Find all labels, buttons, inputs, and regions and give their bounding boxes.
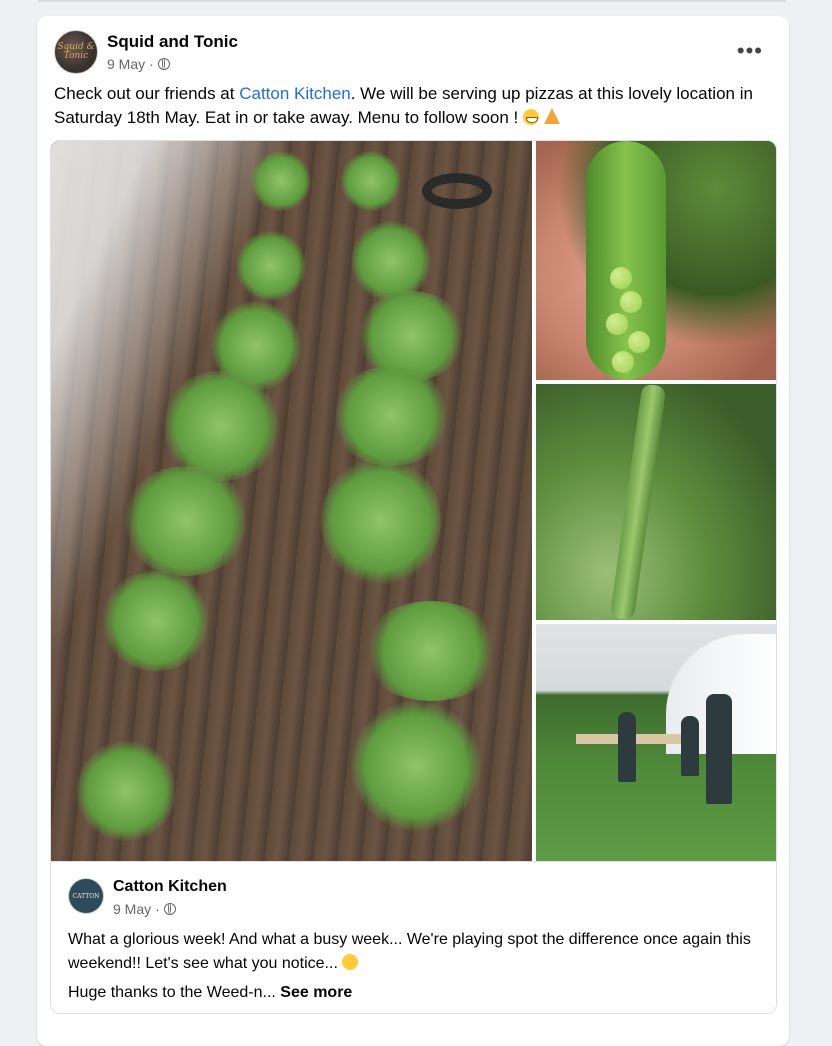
meta-separator: · <box>149 56 154 72</box>
more-options-button[interactable]: ••• <box>737 38 763 64</box>
stem-shape <box>609 383 667 621</box>
post-card: Squid & Tonic Squid and Tonic 9 May · ••… <box>37 16 789 1046</box>
shared-post-date[interactable]: 9 May <box>113 901 151 917</box>
person <box>706 694 732 804</box>
page-avatar[interactable]: Squid & Tonic <box>54 30 98 74</box>
pizza-emoji-icon <box>543 108 560 124</box>
see-more-link[interactable]: See more <box>280 984 352 1001</box>
shared-page-avatar[interactable]: CATTON <box>68 878 104 914</box>
mention-link[interactable]: Catton Kitchen <box>239 84 351 103</box>
shared-post-body: CATTON Catton Kitchen 9 May · What a glo… <box>51 861 776 1013</box>
post-meta: 9 May · <box>107 56 170 72</box>
post-date[interactable]: 9 May <box>107 56 145 72</box>
shared-text-truncated: Huge thanks to the Weed-n... <box>68 984 281 1001</box>
person <box>618 712 636 782</box>
plant <box>251 151 311 211</box>
photo-vegetable-rows[interactable] <box>51 141 532 861</box>
shared-post-author[interactable]: Catton Kitchen <box>113 878 227 896</box>
pea <box>620 291 642 313</box>
plant <box>161 371 281 481</box>
pea-pod-shape <box>586 141 666 380</box>
plant <box>236 231 306 301</box>
pea <box>628 331 650 353</box>
plant <box>341 151 401 211</box>
shared-post[interactable]: CATTON Catton Kitchen 9 May · What a glo… <box>50 140 777 1014</box>
globe-icon <box>157 58 170 70</box>
person <box>681 716 699 776</box>
avatar-logo-text: Squid & Tonic <box>57 42 95 61</box>
pea <box>606 313 628 335</box>
tyre-shape <box>422 173 492 209</box>
plant <box>331 366 451 466</box>
photo-bean-plant[interactable] <box>536 383 776 621</box>
plant <box>351 701 481 831</box>
plant <box>76 741 176 841</box>
plant <box>361 601 501 701</box>
shared-text-line1: What a glorious week! And what a busy we… <box>68 928 758 976</box>
plant <box>351 221 431 301</box>
plant <box>101 571 211 671</box>
shared-text-line2: Huge thanks to the Weed-n... See more <box>68 981 758 1005</box>
shared-text-content: What a glorious week! And what a busy we… <box>68 931 751 972</box>
meta-separator: · <box>155 901 160 917</box>
plant <box>121 466 251 576</box>
photo-workers-field[interactable] <box>536 624 776 861</box>
post-text: Check out our friends at Catton Kitchen.… <box>54 82 778 130</box>
tongue-emoji-icon <box>342 954 359 970</box>
pea <box>610 267 632 289</box>
grin-emoji-icon <box>523 109 540 125</box>
photo-pea-pod[interactable] <box>536 141 776 380</box>
pea <box>612 351 634 373</box>
previous-post-edge <box>38 0 786 2</box>
avatar-logo-text: CATTON <box>72 892 100 900</box>
shared-post-meta: 9 May · <box>113 901 176 917</box>
plant <box>321 456 441 586</box>
post-text-part1: Check out our friends at <box>54 84 240 103</box>
post-author[interactable]: Squid and Tonic <box>107 32 238 52</box>
shared-post-text: What a glorious week! And what a busy we… <box>68 928 758 1005</box>
globe-icon <box>163 903 176 915</box>
